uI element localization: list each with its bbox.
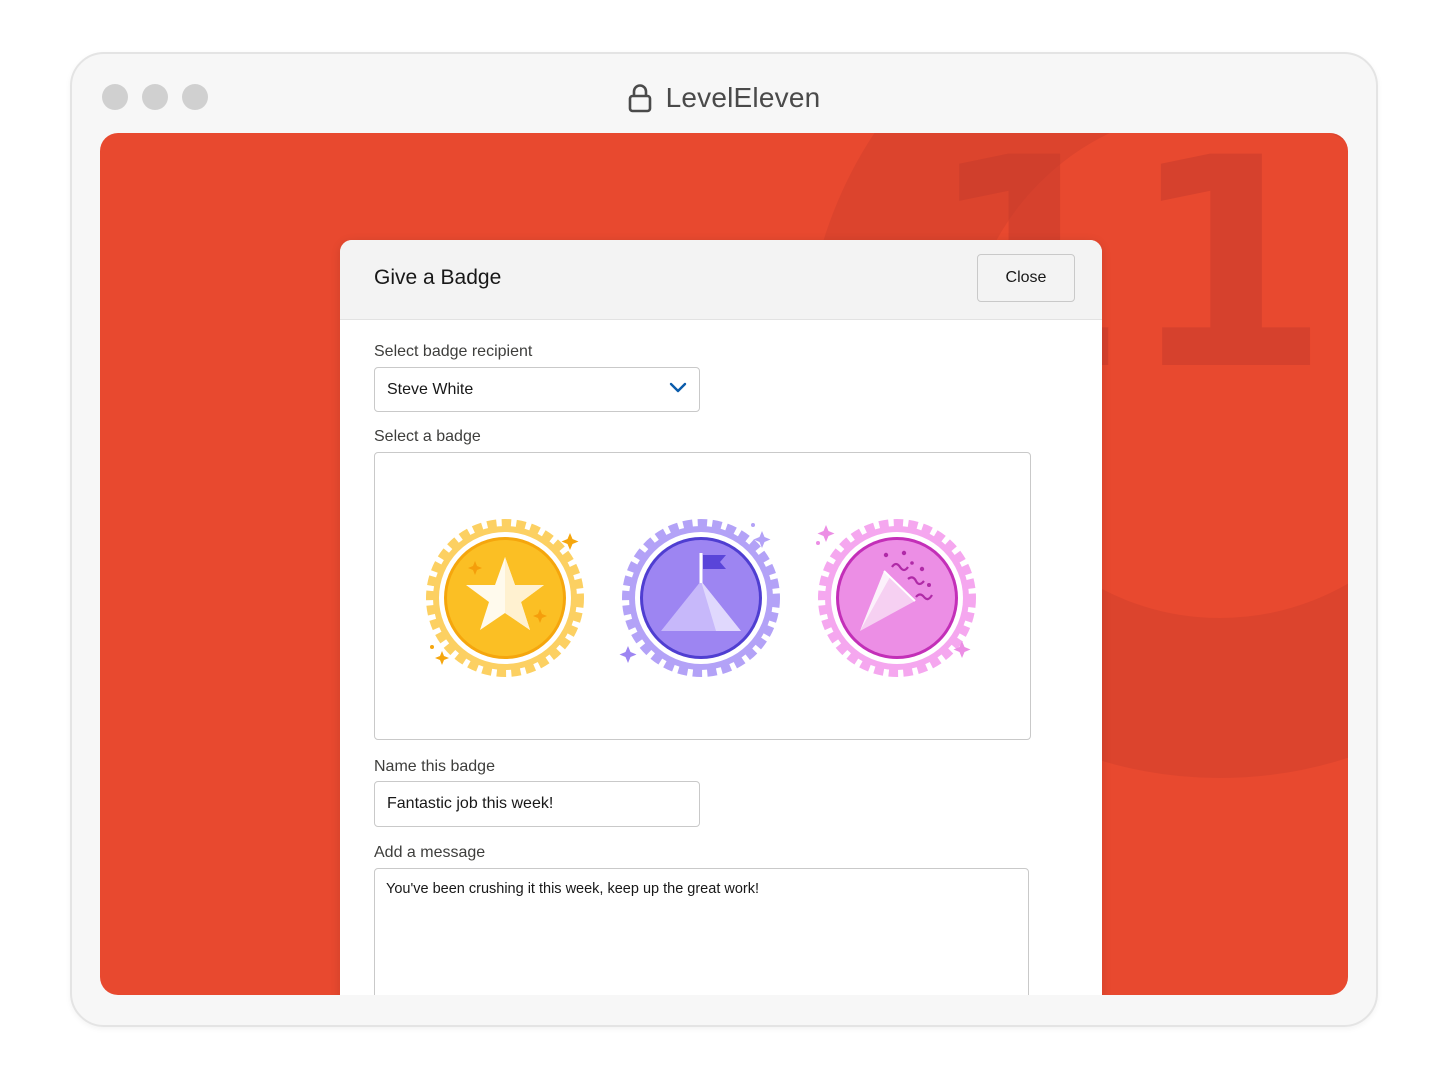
give-badge-modal: Give a Badge Close Select badge recipien… (340, 240, 1102, 995)
close-button[interactable]: Close (977, 254, 1075, 302)
badge-name-label: Name this badge (374, 758, 495, 775)
badge-picker (374, 452, 1031, 740)
message-textarea[interactable]: You've been crushing it this week, keep … (374, 868, 1029, 995)
party-popper-badge-icon[interactable] (812, 513, 982, 683)
address-bar: LevelEleven (72, 78, 1376, 118)
app-viewport: 11 Give a Badge Close Select badge recip… (100, 133, 1348, 995)
page-title: LevelEleven (665, 82, 821, 113)
browser-window: LevelEleven 11 Give a Badge Close Select… (70, 52, 1378, 1027)
star-badge-icon[interactable] (420, 513, 590, 683)
recipient-select[interactable]: Steve White (374, 367, 700, 412)
badge-name-value: Fantastic job this week! (387, 795, 554, 812)
modal-title: Give a Badge (374, 266, 502, 289)
mountain-flag-badge-icon[interactable] (616, 513, 786, 683)
chevron-down-icon (669, 382, 687, 393)
badge-picker-label: Select a badge (374, 428, 481, 445)
recipient-value: Steve White (387, 380, 474, 398)
badge-name-input[interactable]: Fantastic job this week! (374, 781, 700, 827)
message-value: You've been crushing it this week, keep … (386, 881, 760, 897)
lock-icon (628, 84, 651, 113)
modal-header: Give a Badge Close (340, 240, 1102, 320)
message-label: Add a message (374, 844, 486, 861)
recipient-label: Select badge recipient (374, 343, 533, 360)
